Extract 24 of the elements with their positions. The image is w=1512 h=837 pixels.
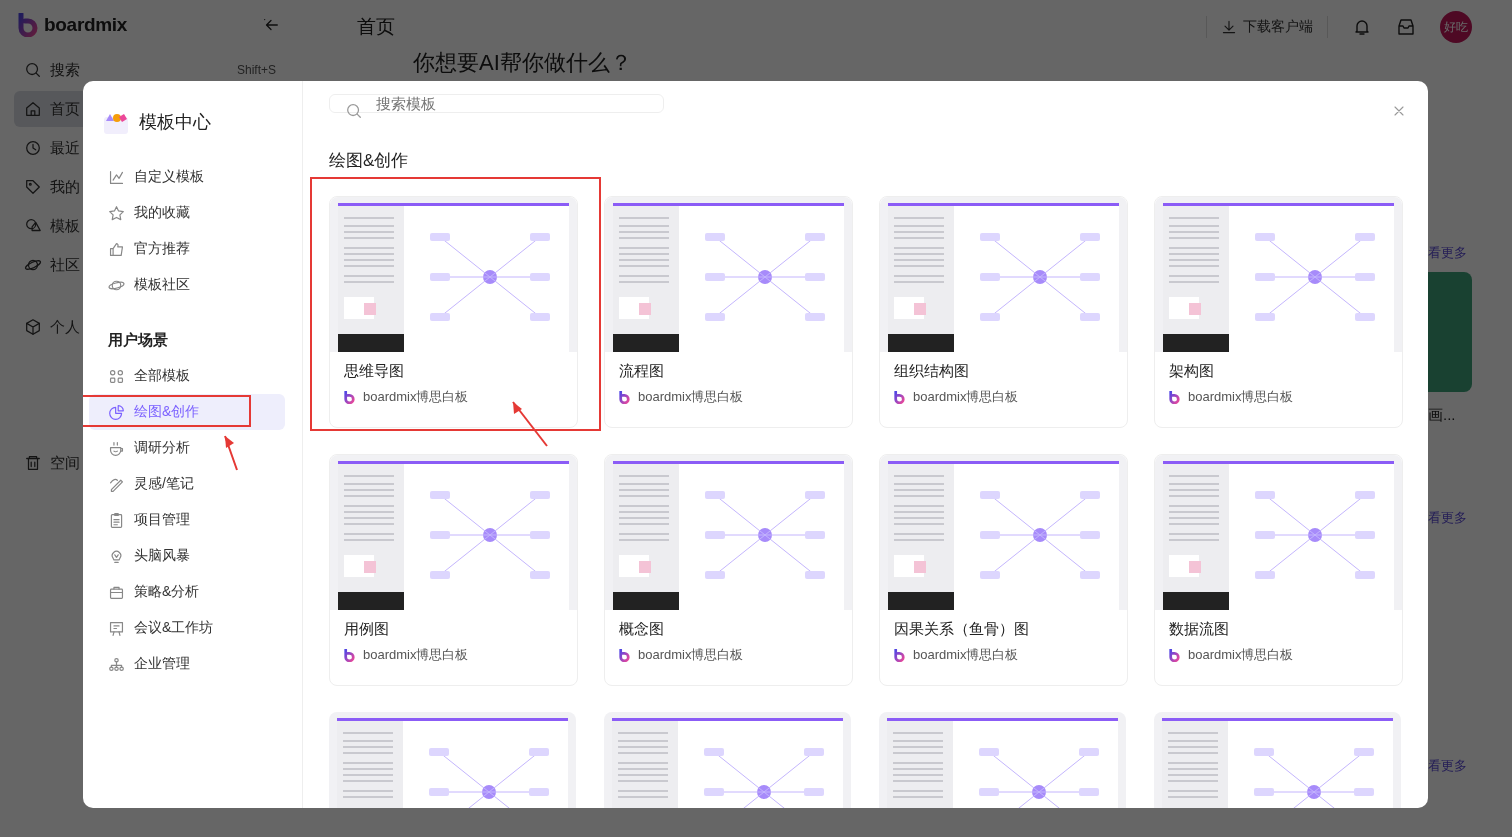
- card-title: 画...: [1428, 406, 1457, 425]
- template-title: 用例图: [344, 620, 390, 639]
- section-heading: 绘图&创作: [329, 150, 410, 172]
- template-author: boardmix博思白板: [913, 646, 1019, 664]
- template-author: boardmix博思白板: [1188, 388, 1294, 406]
- dialog-title: 模板中心: [139, 111, 211, 134]
- template-title: 架构图: [1169, 362, 1215, 381]
- template-author: boardmix博思白板: [363, 646, 469, 664]
- hero-heading: 你想要AI帮你做什么？: [413, 50, 632, 76]
- template-author: boardmix博思白板: [1188, 646, 1294, 664]
- page-title: 首页: [357, 15, 395, 39]
- template-author: boardmix博思白板: [913, 388, 1019, 406]
- template-author: boardmix博思白板: [638, 388, 744, 406]
- template-author: boardmix博思白板: [638, 646, 744, 664]
- template-author: boardmix博思白板: [363, 388, 469, 406]
- shortcut-hint: Shift+S: [236, 63, 276, 77]
- section-heading: 用户场景: [107, 331, 169, 350]
- template-title: 思维导图: [344, 362, 405, 381]
- logo-text: boardmix: [44, 14, 128, 36]
- template-title: 因果关系（鱼骨）图: [894, 620, 1030, 639]
- template-title: 概念图: [619, 620, 665, 639]
- template-title: 数据流图: [1169, 620, 1230, 639]
- template-title: 流程图: [619, 362, 665, 381]
- template-title: 组织结构图: [894, 362, 970, 381]
